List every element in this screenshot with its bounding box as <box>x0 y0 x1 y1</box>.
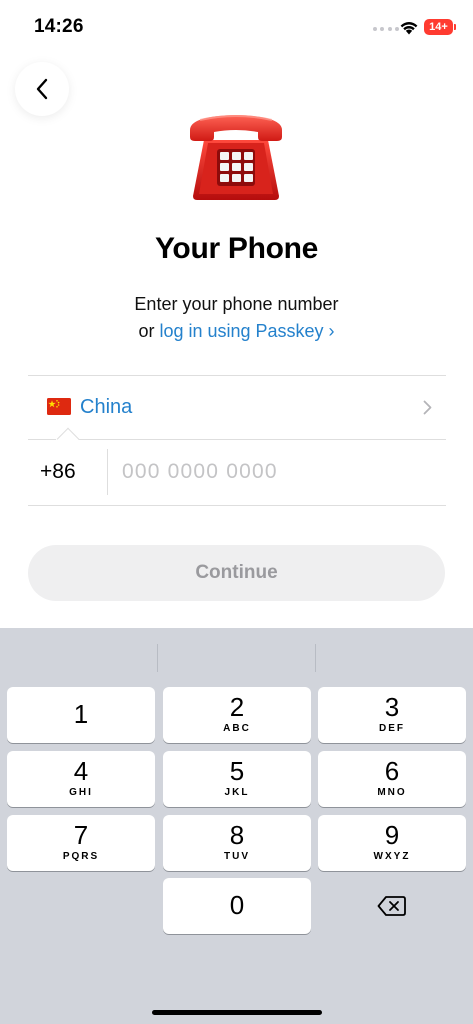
key-digit: 9 <box>384 820 400 850</box>
key-letters: ABC <box>223 723 251 734</box>
status-time: 14:26 <box>34 16 84 37</box>
key-letters: JKL <box>224 787 250 798</box>
key-digit: 3 <box>384 692 400 722</box>
key-3[interactable]: 3 DEF <box>318 687 466 743</box>
page-title: Your Phone <box>154 232 319 265</box>
key-letters: DEF <box>379 723 405 734</box>
key-8[interactable]: 8 TUV <box>163 815 311 871</box>
chevron-right-icon <box>423 400 432 415</box>
china-flag-icon <box>47 398 71 415</box>
home-indicator <box>152 1010 322 1015</box>
key-digit: 1 <box>73 699 89 729</box>
phone-number-input[interactable] <box>122 451 432 493</box>
backspace-icon <box>377 896 406 916</box>
keyboard-divider <box>315 644 316 672</box>
key-digit: 8 <box>229 820 245 850</box>
status-bar: 14:26 14+ <box>0 0 473 56</box>
key-letters: WXYZ <box>373 851 411 862</box>
battery-level: 14+ <box>429 21 448 33</box>
key-digit: 4 <box>73 756 89 786</box>
continue-button[interactable]: Continue <box>28 545 445 601</box>
subtitle-text: Enter your phone number <box>134 294 339 314</box>
key-9[interactable]: 9 WXYZ <box>318 815 466 871</box>
key-letters: MNO <box>377 787 407 798</box>
subtitle: Enter your phone number or log in using … <box>0 291 473 345</box>
key-digit: 6 <box>384 756 400 786</box>
key-digit: 2 <box>229 692 245 722</box>
country-name: China <box>80 396 133 418</box>
key-4[interactable]: 4 GHI <box>7 751 155 807</box>
divider <box>107 449 108 495</box>
chevron-left-icon <box>36 78 48 100</box>
phone-number-row: +86 <box>28 427 446 505</box>
key-5[interactable]: 5 JKL <box>163 751 311 807</box>
key-digit: 0 <box>229 890 245 920</box>
back-button[interactable] <box>15 62 69 116</box>
telephone-icon <box>190 115 282 200</box>
divider <box>28 505 446 506</box>
numeric-keyboard: 1 2 ABC 3 DEF 4 GHI 5 JKL 6 MNO 7 PQRS 8… <box>0 628 473 1024</box>
key-letters: GHI <box>69 787 93 798</box>
key-digit: 7 <box>73 820 89 850</box>
key-1[interactable]: 1 <box>7 687 155 743</box>
key-2[interactable]: 2 ABC <box>163 687 311 743</box>
key-7[interactable]: 7 PQRS <box>7 815 155 871</box>
key-letters: TUV <box>224 851 250 862</box>
country-code[interactable]: +86 <box>40 460 76 484</box>
key-6[interactable]: 6 MNO <box>318 751 466 807</box>
subtitle-prefix: or <box>138 321 160 341</box>
signal-dots-icon <box>373 27 399 33</box>
key-0[interactable]: 0 <box>163 878 311 934</box>
keyboard-divider <box>157 644 158 672</box>
key-letters: PQRS <box>62 851 100 862</box>
key-digit: 5 <box>229 756 245 786</box>
wifi-icon <box>400 22 418 35</box>
battery-icon: 14+ <box>424 19 456 35</box>
delete-key[interactable] <box>318 878 466 934</box>
country-selector[interactable]: China <box>28 376 446 438</box>
passkey-login-link[interactable]: log in using Passkey › <box>159 321 334 341</box>
